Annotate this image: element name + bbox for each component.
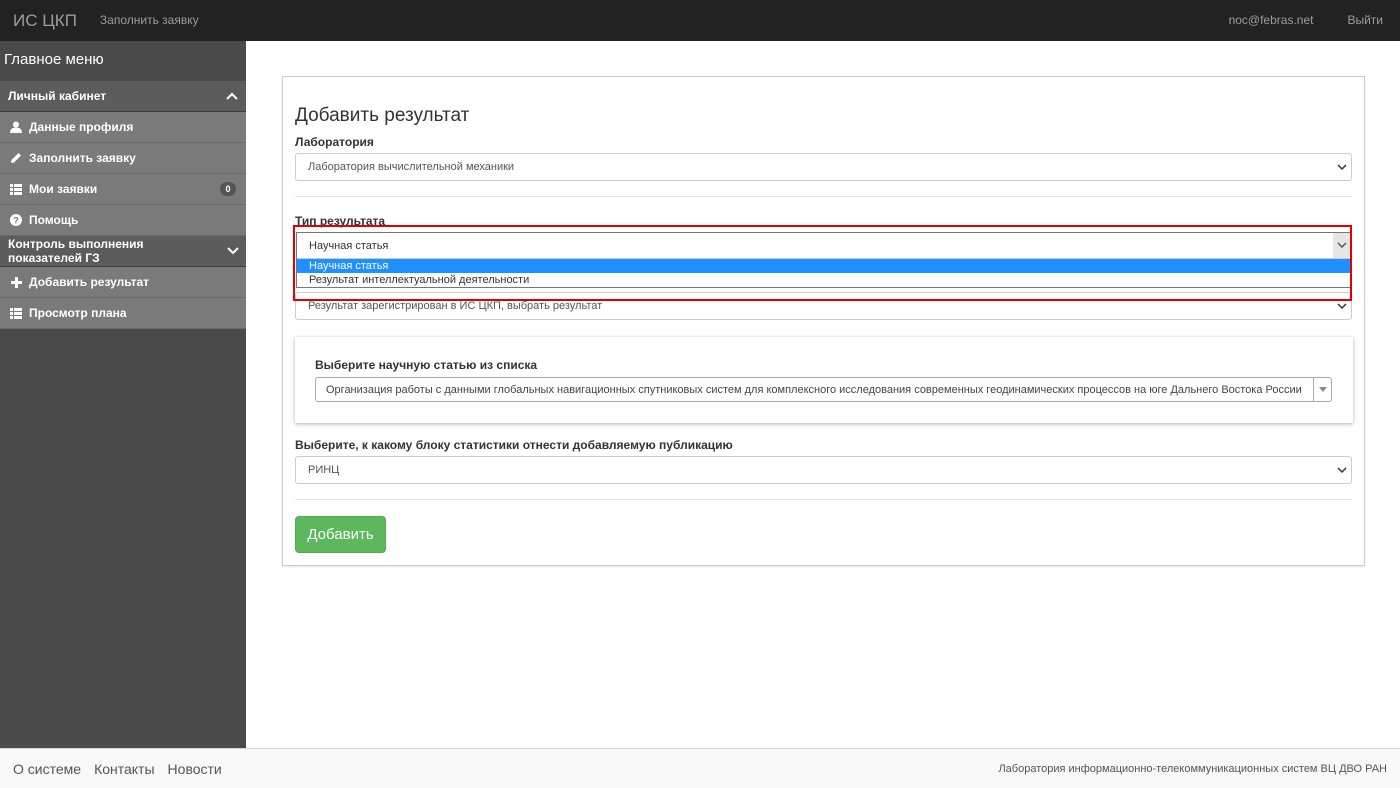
result-type-select[interactable]: Научная статья Научная статья Результат …	[296, 232, 1351, 288]
result-type-option[interactable]: Научная статья	[297, 259, 1350, 273]
page-title: Добавить результат	[295, 105, 470, 126]
brand-link[interactable]: ИС ЦКП	[0, 0, 90, 41]
divider	[295, 499, 1352, 500]
result-type-label: Тип результата	[295, 214, 386, 228]
sidebar-item-label: Заполнить заявку	[29, 151, 136, 165]
sidebar-section-personal[interactable]: Личный кабинет	[0, 81, 246, 112]
sidebar-title: Главное меню	[4, 51, 104, 68]
sidebar-item-profile[interactable]: Данные профиля	[0, 112, 246, 143]
nav-fill-request-link[interactable]: Заполнить заявку	[90, 0, 209, 41]
sidebar-item-fill-request[interactable]: Заполнить заявку	[0, 143, 246, 174]
sidebar-item-label: Помощь	[29, 213, 79, 227]
chevron-down-icon	[1337, 467, 1347, 474]
article-select[interactable]: Организация работы с данными глобальных …	[315, 377, 1332, 402]
stat-block-value: РИНЦ	[308, 464, 340, 476]
article-label: Выберите научную статью из списка	[315, 358, 538, 372]
footer-link-news[interactable]: Новости	[168, 761, 222, 777]
chevron-down-icon	[1337, 303, 1347, 310]
result-type-option[interactable]: Результат интеллектуальной деятельности	[297, 273, 1350, 287]
top-navbar: ИС ЦКП Заполнить заявку noc@febras.net В…	[0, 0, 1400, 41]
list-icon	[9, 306, 23, 320]
sidebar-section-label: Личный кабинет	[8, 89, 107, 103]
stat-block-select[interactable]: РИНЦ	[295, 456, 1352, 484]
sidebar-section-gz-control[interactable]: Контроль выполнения показателей ГЗ	[0, 236, 246, 267]
nav-right: noc@febras.net Выйти	[1212, 0, 1400, 41]
stat-block-label: Выберите, к какому блоку статистики отне…	[295, 438, 733, 452]
plus-icon	[9, 275, 23, 289]
user-email-link[interactable]: noc@febras.net	[1212, 0, 1331, 41]
pencil-icon	[9, 151, 23, 165]
result-type-value: Научная статья	[309, 239, 389, 252]
chevron-down-icon[interactable]	[1333, 233, 1350, 258]
chevron-down-icon	[1337, 164, 1347, 171]
sidebar-item-label: Добавить результат	[29, 275, 150, 289]
svg-text:?: ?	[13, 216, 19, 226]
result-type-current[interactable]: Научная статья	[297, 233, 1350, 259]
sidebar: Главное меню Личный кабинет Данные профи…	[0, 41, 246, 748]
caret-down-icon	[1313, 378, 1331, 401]
divider	[295, 196, 1352, 197]
chevron-up-icon	[218, 92, 246, 100]
user-icon	[9, 120, 23, 134]
sidebar-item-label: Мои заявки	[29, 182, 98, 196]
requests-count-badge: 0	[220, 182, 236, 196]
sidebar-item-label: Данные профиля	[29, 120, 134, 134]
lab-select[interactable]: Лаборатория вычислительной механики	[295, 153, 1352, 181]
sidebar-item-view-plan[interactable]: Просмотр плана	[0, 298, 246, 329]
result-source-select[interactable]: Результат зарегистрирован в ИС ЦКП, выбр…	[295, 292, 1352, 320]
sidebar-section-label: Контроль выполнения показателей ГЗ	[8, 237, 144, 265]
footer-link-about[interactable]: О системе	[13, 761, 81, 777]
lab-select-value: Лаборатория вычислительной механики	[308, 161, 515, 173]
list-icon	[9, 182, 23, 196]
footer-link-contacts[interactable]: Контакты	[94, 761, 154, 777]
add-result-panel: Добавить результат Лаборатория Лаборатор…	[282, 76, 1365, 566]
sidebar-item-add-result[interactable]: Добавить результат	[0, 267, 246, 298]
lab-label: Лаборатория	[295, 135, 374, 149]
sidebar-item-help[interactable]: ? Помощь	[0, 205, 246, 236]
result-source-value: Результат зарегистрирован в ИС ЦКП, выбр…	[308, 300, 603, 312]
logout-link[interactable]: Выйти	[1330, 0, 1400, 41]
article-subpanel: Выберите научную статью из списка Органи…	[295, 337, 1353, 423]
chevron-down-icon	[220, 247, 246, 255]
article-select-value: Организация работы с данными глобальных …	[326, 383, 1302, 396]
footer-org: Лаборатория информационно-телекоммуникац…	[998, 762, 1387, 775]
sidebar-item-my-requests[interactable]: Мои заявки 0	[0, 174, 246, 205]
footer: О системе Контакты Новости Лаборатория и…	[0, 748, 1400, 788]
add-button[interactable]: Добавить	[295, 516, 386, 553]
question-icon: ?	[9, 213, 23, 227]
sidebar-item-label: Просмотр плана	[29, 306, 127, 320]
